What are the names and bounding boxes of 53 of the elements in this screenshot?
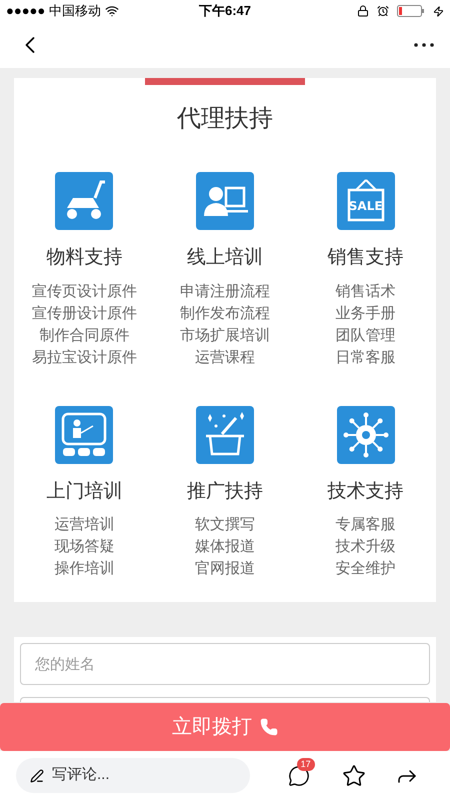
name-field[interactable]: 您的姓名 xyxy=(20,643,430,685)
magic-hat-icon xyxy=(204,412,246,455)
favorite-button[interactable] xyxy=(342,764,366,788)
charging-icon xyxy=(433,6,444,16)
comment-count-badge: 17 xyxy=(296,758,315,770)
section-link[interactable]: 宣传页设计原件 xyxy=(32,280,137,302)
section-link[interactable]: 制作合同原件 xyxy=(39,324,130,346)
more-button[interactable] xyxy=(414,43,434,47)
section-link[interactable]: 易拉宝设计原件 xyxy=(32,346,137,368)
section-link[interactable]: 申请注册流程 xyxy=(180,280,270,302)
section-title: 技术支持 xyxy=(328,480,404,504)
section-link[interactable]: 操作培训 xyxy=(54,558,114,580)
section-link[interactable]: 团队管理 xyxy=(336,324,396,346)
lock-icon xyxy=(357,5,369,17)
pen-icon xyxy=(30,768,44,782)
more-icon xyxy=(414,43,434,47)
section-link[interactable]: 技术升级 xyxy=(336,536,396,558)
section-link[interactable]: 日常客服 xyxy=(336,346,396,368)
classroom-icon xyxy=(62,412,107,456)
section-link[interactable]: 安全维护 xyxy=(336,558,396,580)
status-time: 下午6:47 xyxy=(198,2,252,20)
star-icon xyxy=(342,764,366,788)
section-title: 销售支持 xyxy=(328,246,404,270)
section-link[interactable]: 销售话术 xyxy=(336,280,396,302)
section-link[interactable]: 软文撰写 xyxy=(194,514,255,536)
sale-sign-icon: SALE xyxy=(336,172,395,230)
alarm-icon xyxy=(377,5,389,17)
section-link[interactable]: 官网报道 xyxy=(194,558,255,580)
phone-field[interactable] xyxy=(20,697,430,702)
section-link[interactable]: 运营课程 xyxy=(194,346,255,368)
section-link[interactable]: 宣传册设计原件 xyxy=(32,302,137,324)
section-title: 物料支持 xyxy=(46,246,122,270)
wifi-icon xyxy=(104,4,119,18)
call-button[interactable]: 立即拨打 xyxy=(0,703,450,751)
comment-field[interactable]: 写评论... xyxy=(16,758,250,793)
presenter-icon xyxy=(204,186,248,216)
section-title: 上门培训 xyxy=(46,480,122,504)
carrier-text: ●●●●● 中国移动 xyxy=(6,2,101,20)
phone-icon xyxy=(260,718,278,736)
battery-icon xyxy=(397,5,425,17)
section-title: 线上培训 xyxy=(186,246,263,270)
section-link[interactable]: 市场扩展培训 xyxy=(180,324,270,346)
section-link[interactable]: 媒体报道 xyxy=(194,536,255,558)
section-title: 推广扶持 xyxy=(186,480,263,504)
lawn-mower-icon xyxy=(67,180,106,219)
comment-placeholder: 写评论... xyxy=(52,765,110,786)
section-link[interactable]: 现场答疑 xyxy=(54,536,114,558)
virus-icon xyxy=(343,412,388,457)
card-title: 代理扶持 xyxy=(177,104,273,134)
section-link[interactable]: 运营培训 xyxy=(54,514,114,536)
section-link[interactable]: 业务手册 xyxy=(336,302,396,324)
section-link[interactable]: 专属客服 xyxy=(336,514,396,536)
section-link[interactable]: 制作发布流程 xyxy=(180,302,270,324)
